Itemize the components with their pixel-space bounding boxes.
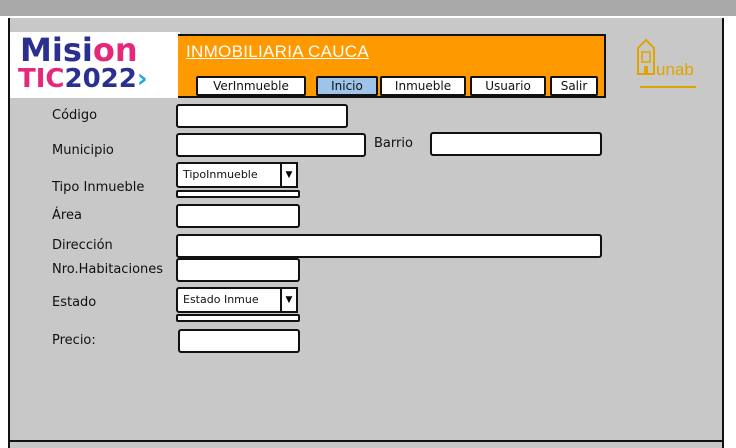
nav-button-inmueble[interactable]: Inmueble: [380, 76, 466, 96]
tipo-inmueble-select[interactable]: TipoInmueble ▼: [176, 162, 298, 188]
nav-button-inicio[interactable]: Inicio: [316, 76, 378, 96]
estado-select[interactable]: Estado Inmue ▼: [176, 287, 298, 313]
unab-wordmark: unab: [656, 60, 694, 79]
direccion-input[interactable]: [176, 234, 602, 258]
barrio-input[interactable]: [430, 132, 602, 156]
municipio-label: Municipio: [52, 143, 114, 158]
unab-tagline-mark: [640, 86, 696, 88]
nav-button-usuario[interactable]: Usuario: [470, 76, 546, 96]
nav-button-salir[interactable]: Salir: [550, 76, 598, 96]
unab-building-icon: [637, 38, 655, 75]
app-title[interactable]: INMOBILIARIA CAUCA: [186, 42, 369, 62]
barrio-label: Barrio: [374, 136, 413, 151]
logo-chevron: ›: [136, 64, 148, 94]
precio-label: Precio:: [52, 333, 96, 348]
logo-line-1: Mision: [20, 32, 138, 68]
window-top-bar: [0, 0, 736, 16]
chevron-down-icon[interactable]: ▼: [280, 287, 298, 313]
nro-habitaciones-label: Nro.Habitaciones: [52, 262, 164, 277]
mision-tic-logo: Mision TIC2022›: [10, 32, 180, 98]
area-input[interactable]: [176, 204, 300, 228]
tipo-inmueble-dropdown-list[interactable]: [176, 190, 300, 198]
estado-dropdown-list[interactable]: [176, 314, 300, 322]
codigo-input[interactable]: [176, 104, 348, 128]
estado-label: Estado: [52, 295, 97, 310]
nro-habitaciones-input[interactable]: [176, 258, 300, 282]
logo-word-tic: TIC: [18, 64, 65, 94]
tipo-inmueble-label: Tipo Inmueble: [52, 180, 145, 195]
nav-button-verinmueble[interactable]: VerInmueble: [196, 76, 306, 96]
codigo-label: Código: [52, 108, 98, 123]
precio-input[interactable]: [178, 329, 300, 353]
unab-logo: unab: [636, 38, 698, 98]
municipio-input[interactable]: [176, 133, 366, 157]
logo-year: 2022: [64, 64, 137, 94]
estado-selected: Estado Inmue: [183, 293, 259, 306]
area-label: Área: [52, 208, 82, 223]
chevron-down-icon[interactable]: ▼: [280, 162, 298, 188]
tipo-inmueble-selected: TipoInmueble: [183, 168, 258, 181]
logo-line-2: TIC2022›: [18, 64, 148, 94]
direccion-label: Dirección: [52, 238, 113, 253]
frame-bottom-border: [8, 440, 724, 442]
unab-tagline-line: [640, 85, 696, 91]
